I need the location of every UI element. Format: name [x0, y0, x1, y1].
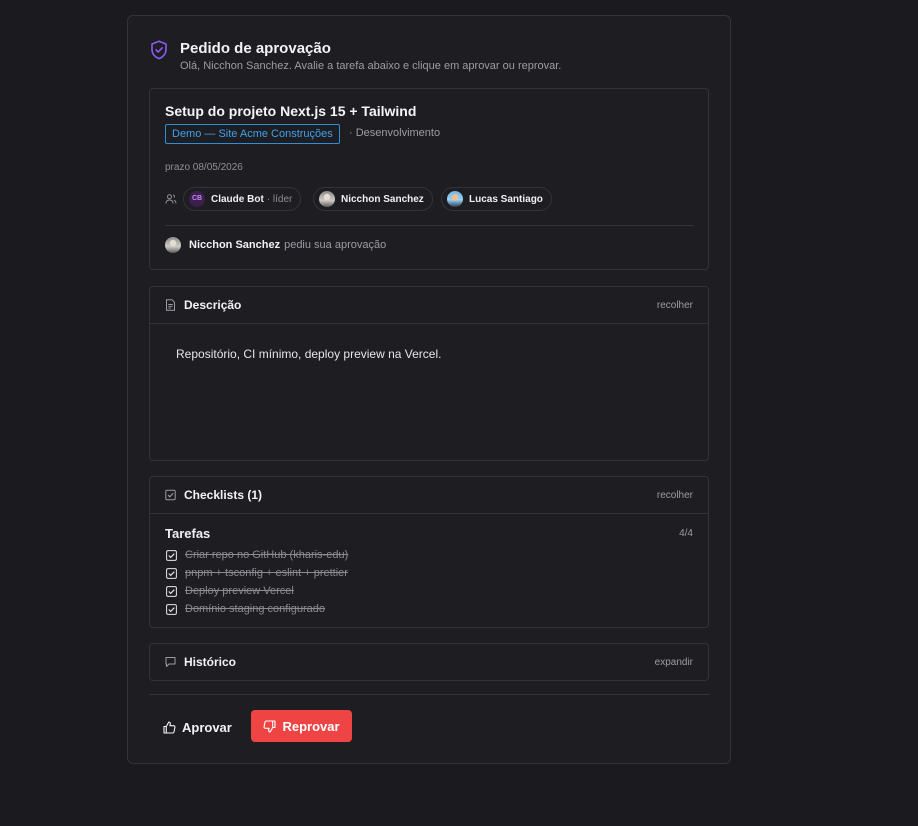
avatar	[319, 191, 335, 207]
divider	[150, 513, 708, 514]
description-section: Descrição recolher Repositório, CI mínim…	[149, 286, 709, 461]
reject-button[interactable]: Reprovar	[251, 710, 352, 742]
member-chip-lucas-santiago[interactable]: Lucas Santiago	[441, 187, 552, 211]
checklist-title: Tarefas	[165, 526, 211, 541]
approve-label: Aprovar	[182, 719, 232, 735]
divider	[165, 225, 693, 226]
page-subtitle: Olá, Nicchon Sanchez. Avalie a tarefa ab…	[180, 60, 562, 72]
member-name: Claude Bot	[211, 193, 264, 205]
avatar: CB	[189, 191, 205, 207]
task-category: · Desenvolvimento	[349, 127, 441, 139]
checklists-collapse-button[interactable]: recolher	[657, 490, 693, 501]
checked-checkbox-icon[interactable]	[166, 585, 177, 597]
approve-button[interactable]: Aprovar	[163, 716, 232, 738]
task-summary: Setup do projeto Next.js 15 + Tailwind D…	[149, 88, 709, 270]
checklist-item[interactable]: Deploy preview Vercel	[166, 585, 294, 597]
document-icon	[166, 299, 175, 311]
divider	[149, 694, 709, 695]
member-role: · líder	[266, 193, 293, 205]
checklists-section: Checklists (1) recolher Tarefas 4/4 Cria…	[149, 476, 709, 628]
member-name: Nicchon Sanchez	[341, 193, 424, 205]
thumbs-up-icon	[163, 720, 176, 734]
section-title: Histórico	[184, 655, 237, 669]
checked-checkbox-icon[interactable]	[166, 549, 177, 561]
checklist-progress: 4/4	[679, 528, 693, 539]
divider	[150, 323, 708, 324]
checklist-item-label: pnpm + tsconfig + eslint + prettier	[185, 567, 348, 579]
task-title: Setup do projeto Next.js 15 + Tailwind	[165, 103, 417, 119]
checkbox-icon	[165, 489, 176, 501]
task-due-date: prazo 08/05/2026	[165, 162, 243, 173]
checklist-item-label: Deploy preview Vercel	[185, 585, 294, 597]
requester-line: Nicchon Sanchez pediu sua aprovação	[165, 237, 386, 253]
users-icon	[165, 194, 177, 204]
checklist-item[interactable]: Criar repo no GitHub (kharis-edu)	[166, 549, 348, 561]
shield-check-icon	[151, 40, 167, 60]
approval-card: Pedido de aprovação Olá, Nicchon Sanchez…	[127, 15, 731, 764]
checklist-item[interactable]: pnpm + tsconfig + eslint + prettier	[166, 567, 348, 579]
member-name: Lucas Santiago	[469, 193, 543, 205]
page-title: Pedido de aprovação	[180, 40, 331, 57]
checklist-item[interactable]: Domínio staging configurado	[166, 603, 325, 615]
requester-action: pediu sua aprovação	[284, 239, 387, 251]
description-collapse-button[interactable]: recolher	[657, 300, 693, 311]
checklist-item-label: Criar repo no GitHub (kharis-edu)	[185, 549, 349, 561]
member-chip-nicchon-sanchez[interactable]: Nicchon Sanchez	[313, 187, 433, 211]
checklist-item-label: Domínio staging configurado	[185, 603, 326, 615]
reject-label: Reprovar	[282, 718, 340, 734]
history-section: Histórico expandir	[149, 643, 709, 681]
history-expand-button[interactable]: expandir	[655, 657, 693, 668]
comment-icon	[165, 657, 176, 667]
description-header: Descrição recolher	[150, 287, 708, 324]
project-tag[interactable]: Demo — Site Acme Construções	[165, 124, 340, 144]
requester-name: Nicchon Sanchez	[189, 239, 281, 251]
section-title: Checklists (1)	[184, 488, 263, 502]
checked-checkbox-icon[interactable]	[166, 567, 177, 579]
description-text: Repositório, CI mínimo, deploy preview n…	[176, 347, 442, 361]
member-chip-claude-bot[interactable]: CB Claude Bot · líder	[183, 187, 302, 211]
checklists-header: Checklists (1) recolher	[150, 477, 708, 514]
avatar	[165, 237, 181, 253]
checked-checkbox-icon[interactable]	[166, 603, 177, 615]
section-title: Descrição	[184, 298, 242, 312]
thumbs-down-icon	[263, 719, 277, 733]
avatar	[447, 191, 463, 207]
history-header: Histórico expandir	[150, 644, 708, 681]
